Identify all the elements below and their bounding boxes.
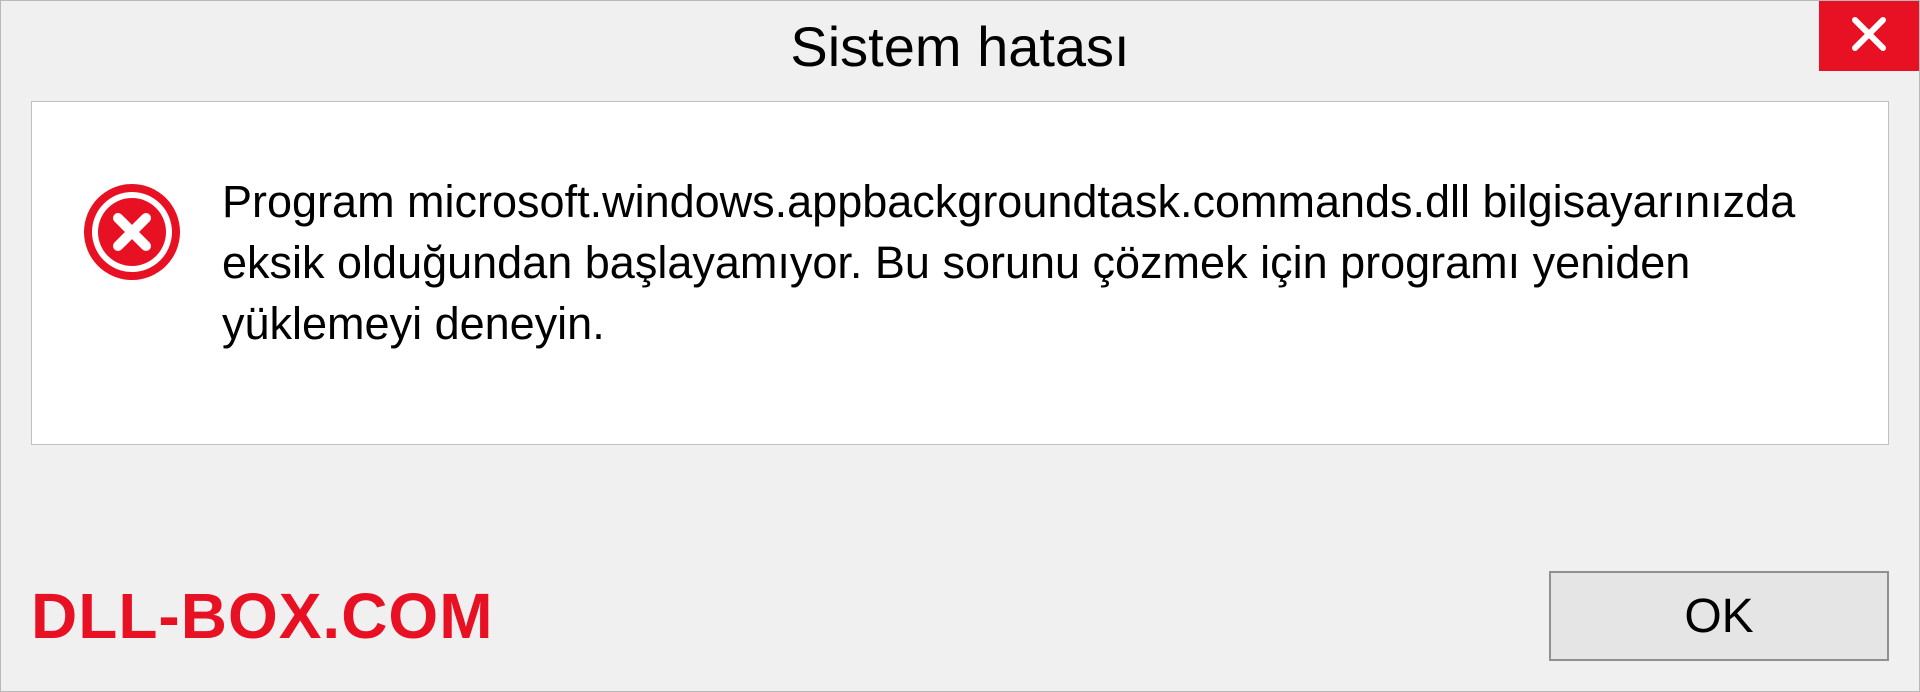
error-message: Program microsoft.windows.appbackgroundt…: [222, 172, 1838, 354]
close-icon: [1849, 14, 1889, 59]
close-button[interactable]: [1819, 1, 1919, 71]
titlebar: Sistem hatası: [1, 1, 1919, 91]
dialog-title: Sistem hatası: [790, 14, 1129, 79]
error-icon: [82, 182, 182, 282]
footer: DLL-BOX.COM OK: [31, 571, 1889, 661]
error-dialog: Sistem hatası Program microsoft.windows.…: [0, 0, 1920, 692]
ok-button[interactable]: OK: [1549, 571, 1889, 661]
content-area: Program microsoft.windows.appbackgroundt…: [31, 101, 1889, 445]
watermark-text: DLL-BOX.COM: [31, 579, 494, 653]
